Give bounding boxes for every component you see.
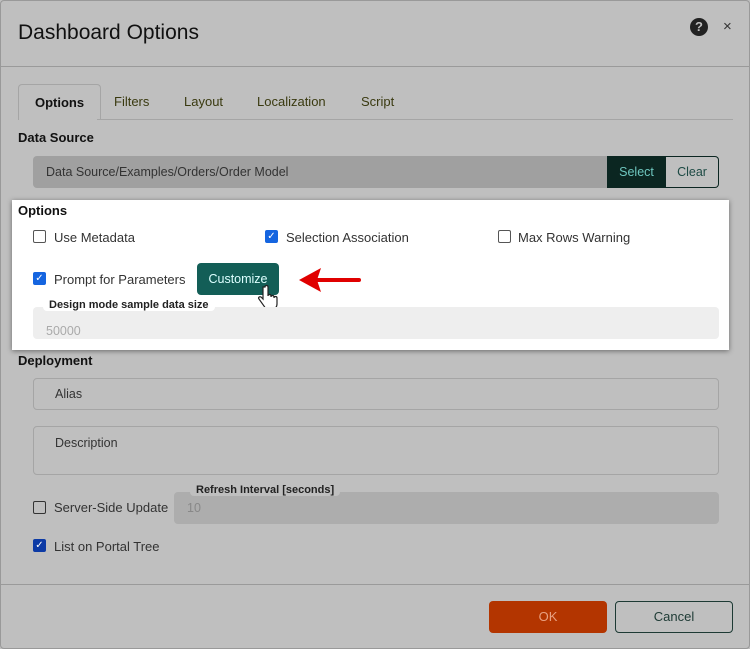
max-rows-warning-label: Max Rows Warning — [518, 230, 631, 245]
data-source-heading: Data Source — [18, 130, 94, 145]
alias-input[interactable]: Alias — [33, 378, 719, 410]
use-metadata-checkbox[interactable] — [33, 230, 46, 243]
list-on-portal-tree-checkbox[interactable]: ✓ — [33, 539, 46, 552]
use-metadata-label: Use Metadata — [54, 230, 135, 245]
ok-button[interactable]: OK — [489, 601, 607, 633]
tab-filters[interactable]: Filters — [98, 84, 165, 120]
sample-size-field[interactable]: 50000 — [33, 307, 719, 339]
tab-layout[interactable]: Layout — [168, 84, 239, 120]
select-button[interactable]: Select — [607, 156, 666, 188]
prompt-for-parameters-checkbox[interactable]: ✓ — [33, 272, 46, 285]
server-side-update-checkbox[interactable] — [33, 501, 46, 514]
refresh-interval-label: Refresh Interval [seconds] — [190, 484, 341, 496]
deployment-heading: Deployment — [18, 353, 93, 368]
footer-divider — [1, 584, 750, 585]
help-icon[interactable]: ? — [690, 18, 708, 36]
refresh-interval-field[interactable]: 10 — [174, 492, 719, 524]
tab-divider — [97, 119, 733, 120]
description-textarea[interactable]: Description — [33, 426, 719, 475]
red-arrow-icon — [299, 268, 361, 292]
header-divider — [1, 66, 750, 67]
list-on-portal-tree-label: List on Portal Tree — [54, 539, 160, 554]
prompt-for-parameters-label: Prompt for Parameters — [54, 272, 186, 287]
server-side-update-label: Server-Side Update — [54, 500, 169, 515]
clear-button[interactable]: Clear — [666, 156, 719, 188]
sample-size-value: 50000 — [46, 324, 81, 338]
options-heading: Options — [18, 203, 68, 218]
max-rows-warning-checkbox[interactable] — [498, 230, 511, 243]
sample-size-label: Design mode sample data size — [43, 299, 215, 311]
cancel-button[interactable]: Cancel — [615, 601, 733, 633]
selection-association-label: Selection Association — [286, 230, 409, 245]
selection-association-checkbox[interactable]: ✓ — [265, 230, 278, 243]
tab-script[interactable]: Script — [345, 84, 410, 120]
dashboard-options-dialog: Dashboard Options ? × Options Filters La… — [0, 0, 750, 649]
tab-localization[interactable]: Localization — [241, 84, 342, 120]
close-icon[interactable]: × — [723, 18, 732, 35]
dialog-title: Dashboard Options — [18, 21, 199, 44]
data-source-field[interactable]: Data Source/Examples/Orders/Order Model — [33, 156, 608, 188]
tab-options[interactable]: Options — [18, 84, 102, 120]
